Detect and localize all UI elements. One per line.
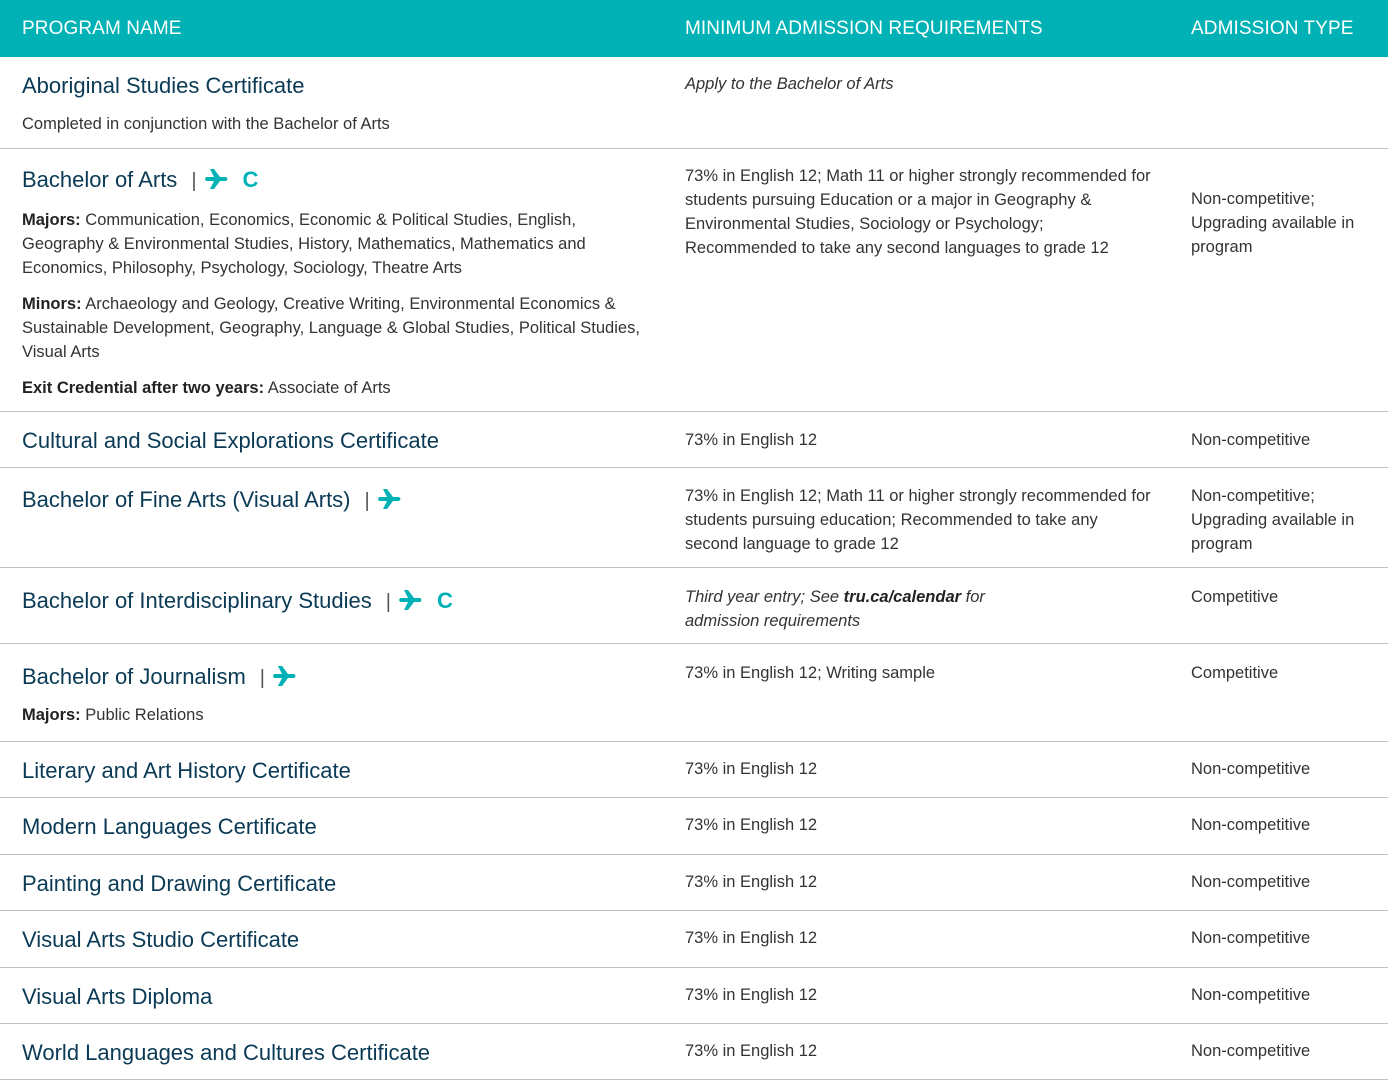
minors-text: Minors: Archaeology and Geology, Creativ… <box>22 295 640 361</box>
c-icon: C <box>436 588 453 613</box>
requirements-cell: 73% in English 12 <box>685 431 818 449</box>
program-name: Visual Arts Studio Certificate <box>22 927 300 952</box>
requirements-cell: 73% in English 12 <box>685 929 818 947</box>
calendar-link[interactable]: tru.ca/calendar <box>844 588 961 606</box>
admission-type-cell: Competitive <box>1191 664 1279 682</box>
requirements-cell: 73% in English 12 <box>685 986 818 1004</box>
program-name: Cultural and Social Explorations Certifi… <box>22 428 439 453</box>
table-row: Cultural and Social Explorations Certifi… <box>0 412 1388 468</box>
program-cell: Bachelor of Arts | C Majors: Communication… <box>22 165 652 400</box>
program-cell: Bachelor of Interdisciplinary Studies | C <box>22 586 672 617</box>
admission-type-cell: Non-competitive <box>1191 431 1311 449</box>
requirements-cell: 73% in English 12 <box>685 873 818 891</box>
requirements-cell: 73% in English 12; Math 11 or higher str… <box>685 167 1151 257</box>
program-name: World Languages and Cultures Certificate <box>22 1040 431 1065</box>
program-name: Painting and Drawing Certificate <box>22 871 337 896</box>
admission-type-cell: Competitive <box>1191 588 1279 606</box>
plane-icon <box>272 665 297 687</box>
program-name: Bachelor of Journalism <box>22 664 246 689</box>
majors-text: Majors: Communication, Economics, Econom… <box>22 211 586 277</box>
program-name: Bachelor of Fine Arts (Visual Arts) <box>22 487 351 512</box>
requirements-cell: 73% in English 12; Math 11 or higher str… <box>685 487 1151 553</box>
program-title-line: Bachelor of Arts | C <box>22 165 652 196</box>
table-row: Modern Languages Certificate 73% in Engl… <box>0 798 1388 855</box>
separator: | <box>364 490 370 512</box>
program-title-line: Bachelor of Interdisciplinary Studies | C <box>22 586 672 617</box>
program-name: Bachelor of Arts <box>22 167 178 192</box>
plane-icon <box>398 589 423 611</box>
header-program-name: PROGRAM NAME <box>22 18 182 39</box>
requirements-cell: Apply to the Bachelor of Arts <box>685 75 894 93</box>
admission-type-cell: Non-competitive <box>1191 816 1311 834</box>
admission-type-cell: Non-competitive <box>1191 929 1311 947</box>
table-row: Visual Arts Studio Certificate 73% in En… <box>0 911 1388 968</box>
plane-icon <box>377 488 402 510</box>
table-row: Bachelor of Interdisciplinary Studies | C … <box>0 568 1388 644</box>
program-name: Bachelor of Interdisciplinary Studies <box>22 588 372 613</box>
table-row: Bachelor of Arts | C Majors: Communication… <box>0 149 1388 412</box>
header-admission-requirements: MINIMUM ADMISSION REQUIREMENTS <box>685 18 1043 39</box>
requirements-cell: 73% in English 12; Writing sample <box>685 664 936 682</box>
program-cell: Aboriginal Studies Certificate Completed… <box>22 71 672 136</box>
program-cell: Bachelor of Journalism | Majors: Public R… <box>22 662 672 727</box>
table-row: Bachelor of Journalism | Majors: Public R… <box>0 644 1388 742</box>
requirements-cell: 73% in English 12 <box>685 760 818 778</box>
table-row: Aboriginal Studies Certificate Completed… <box>0 57 1388 149</box>
exit-credential-text: Exit Credential after two years: Associa… <box>22 379 391 397</box>
admission-type-cell: Non-competitive <box>1191 873 1311 891</box>
majors-text: Majors: Public Relations <box>22 706 204 724</box>
table-row: Bachelor of Fine Arts (Visual Arts) | 73%… <box>0 468 1388 568</box>
requirements-cell: Third year entry; See tru.ca/calendar fo… <box>685 588 985 630</box>
separator: | <box>191 170 197 192</box>
requirements-cell: 73% in English 12 <box>685 816 818 834</box>
program-name: Modern Languages Certificate <box>22 814 317 839</box>
program-title-line: Bachelor of Fine Arts (Visual Arts) | <box>22 485 672 516</box>
separator: | <box>385 591 391 613</box>
plane-icon <box>204 168 229 190</box>
separator: | <box>259 667 265 689</box>
program-cell: Bachelor of Fine Arts (Visual Arts) | <box>22 485 672 516</box>
admission-type-cell: Non-competitive; Upgrading available in … <box>1191 190 1355 256</box>
program-title-line: Bachelor of Journalism | <box>22 662 672 693</box>
program-name: Literary and Art History Certificate <box>22 758 351 783</box>
program-note: Completed in conjunction with the Bachel… <box>22 115 390 133</box>
table-header: PROGRAM NAME MINIMUM ADMISSION REQUIREME… <box>0 0 1388 57</box>
table-row: World Languages and Cultures Certificate… <box>0 1024 1388 1080</box>
table-row: Literary and Art History Certificate 73%… <box>0 742 1388 798</box>
program-name: Visual Arts Diploma <box>22 984 213 1009</box>
program-name: Aboriginal Studies Certificate <box>22 73 305 98</box>
admission-type-cell: Non-competitive <box>1191 1042 1311 1060</box>
c-icon: C <box>242 167 259 192</box>
admission-type-cell: Non-competitive; Upgrading available in … <box>1191 487 1355 553</box>
table-row: Visual Arts Diploma 73% in English 12 No… <box>0 968 1388 1024</box>
table-row: Painting and Drawing Certificate 73% in … <box>0 855 1388 911</box>
requirements-cell: 73% in English 12 <box>685 1042 818 1060</box>
admission-type-cell: Non-competitive <box>1191 986 1311 1004</box>
admission-type-cell: Non-competitive <box>1191 760 1311 778</box>
header-admission-type: ADMISSION TYPE <box>1191 18 1354 39</box>
